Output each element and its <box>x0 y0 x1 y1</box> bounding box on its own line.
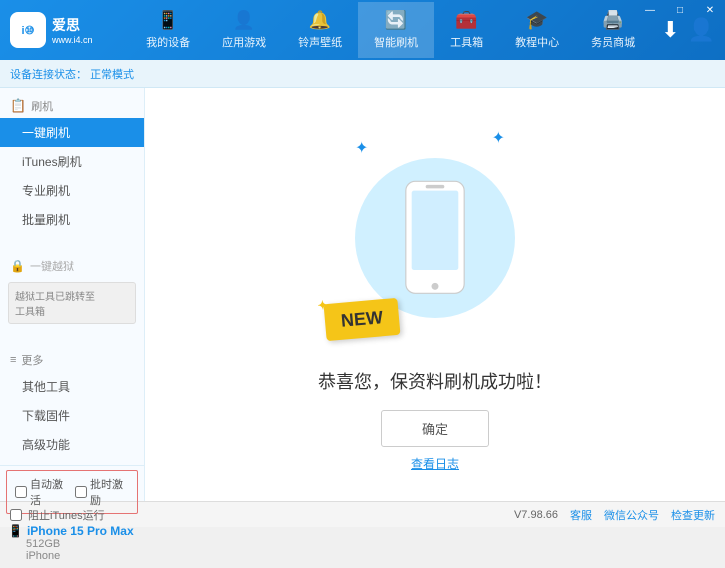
new-text: NEW <box>340 307 384 331</box>
sidebar-item-one-key-flash[interactable]: 一键刷机 <box>0 118 144 147</box>
nav-my-device[interactable]: 📱 我的设备 <box>130 2 206 58</box>
jailbreak-section: 🔒 一键越狱 越狱工具已跳转至工具箱 <box>0 248 144 334</box>
footer-left: 阻止iTunes运行 <box>10 507 514 523</box>
success-message: 恭喜您，保资料刷机成功啦！ <box>318 368 552 394</box>
auto-activate-label[interactable]: 自动激活 <box>15 476 69 508</box>
toolbox-icon: 🧰 <box>455 10 477 31</box>
app-header: i⑩ 爱思 www.i4.cn 📱 我的设备 👤 应用游戏 🔔 铃声壁纸 🔄 智… <box>0 0 725 60</box>
main-content: ✦ ✦ NEW 恭喜您，保资料刷机成功啦！ 确定 查看日志 <box>145 88 725 501</box>
confirm-button[interactable]: 确定 <box>381 410 489 447</box>
device-name: 📱 iPhone 15 Pro Max <box>8 524 136 538</box>
sparkle-top-right: ✦ <box>492 128 505 148</box>
minimize-button[interactable]: — <box>635 0 665 20</box>
more-section: ≡ 更多 其他工具 下载固件 高级功能 <box>0 342 144 465</box>
phone-circle <box>355 158 515 318</box>
footer-check-update[interactable]: 检查更新 <box>671 507 715 523</box>
auto-activate-checkbox[interactable] <box>15 486 27 498</box>
logo-icon: i⑩ <box>10 12 46 48</box>
sidebar-item-other-tools[interactable]: 其他工具 <box>0 372 144 401</box>
sparkle-top-left: ✦ <box>355 138 368 158</box>
download-icon[interactable]: ⬇ <box>661 17 679 43</box>
breadcrumb: 设备连接状态： 正常模式 <box>0 60 725 88</box>
sidebar: 📋 刷机 一键刷机 iTunes刷机 专业刷机 批量刷机 🔒 一键越狱 <box>0 88 145 501</box>
sidebar-item-itunes-flash[interactable]: iTunes刷机 <box>0 147 144 176</box>
apps-icon: 👤 <box>233 10 255 31</box>
user-icon[interactable]: 👤 <box>688 17 715 43</box>
lock-icon: 🔒 <box>10 259 25 273</box>
new-badge: NEW <box>324 297 401 340</box>
flash-section-icon: 📋 <box>10 98 26 114</box>
nav-bar: 📱 我的设备 👤 应用游戏 🔔 铃声壁纸 🔄 智能刷机 🧰 工具箱 🎓 教程中心… <box>120 2 661 58</box>
itunes-checkbox[interactable] <box>10 509 22 521</box>
nav-toolbox[interactable]: 🧰 工具箱 <box>434 2 499 58</box>
footer-right: V7.98.66 客服 微信公众号 检查更新 <box>514 507 715 523</box>
time-activation-label[interactable]: 批时激励 <box>75 476 129 508</box>
ringtone-icon: 🔔 <box>309 10 331 31</box>
close-button[interactable]: ✕ <box>695 0 725 20</box>
sidebar-item-download-firmware[interactable]: 下载固件 <box>0 401 144 430</box>
view-log-link[interactable]: 查看日志 <box>411 455 459 472</box>
jailbreak-header: 🔒 一键越狱 <box>0 254 144 278</box>
logo-area: i⑩ 爱思 www.i4.cn <box>0 12 120 48</box>
nav-ringtones[interactable]: 🔔 铃声壁纸 <box>282 2 358 58</box>
phone-svg <box>400 179 470 296</box>
time-activation-checkbox[interactable] <box>75 486 87 498</box>
nav-tutorials[interactable]: 🎓 教程中心 <box>499 2 575 58</box>
more-section-header: ≡ 更多 <box>0 348 144 372</box>
maximize-button[interactable]: □ <box>665 0 695 20</box>
device-type: iPhone <box>8 550 136 562</box>
header-right: ⬇ 👤 <box>661 17 725 43</box>
device-storage: 512GB <box>8 538 136 550</box>
device-info: 📱 iPhone 15 Pro Max 512GB iPhone <box>0 518 144 568</box>
footer-customer-service[interactable]: 客服 <box>570 507 592 523</box>
device-icon: 📱 <box>157 10 179 31</box>
footer-wechat[interactable]: 微信公众号 <box>604 507 659 523</box>
phone-icon: 📱 <box>8 524 23 538</box>
sidebar-item-pro-flash[interactable]: 专业刷机 <box>0 176 144 205</box>
sidebar-item-batch-flash[interactable]: 批量刷机 <box>0 205 144 234</box>
tutorials-icon: 🎓 <box>526 10 548 31</box>
sidebar-item-advanced[interactable]: 高级功能 <box>0 430 144 459</box>
nav-smart-flash[interactable]: 🔄 智能刷机 <box>358 2 434 58</box>
flash-section-header: 📋 刷机 <box>0 94 144 118</box>
jailbreak-notice: 越狱工具已跳转至工具箱 <box>8 282 136 324</box>
success-illustration: ✦ ✦ NEW <box>335 118 535 358</box>
content-area: 📋 刷机 一键刷机 iTunes刷机 专业刷机 批量刷机 🔒 一键越狱 <box>0 88 725 501</box>
flash-icon: 🔄 <box>385 10 407 31</box>
service-icon: 🖨️ <box>602 10 624 31</box>
nav-apps-games[interactable]: 👤 应用游戏 <box>206 2 282 58</box>
logo-text: 爱思 www.i4.cn <box>52 15 93 45</box>
flash-section: 📋 刷机 一键刷机 iTunes刷机 专业刷机 批量刷机 <box>0 88 144 240</box>
more-icon: ≡ <box>10 354 16 366</box>
